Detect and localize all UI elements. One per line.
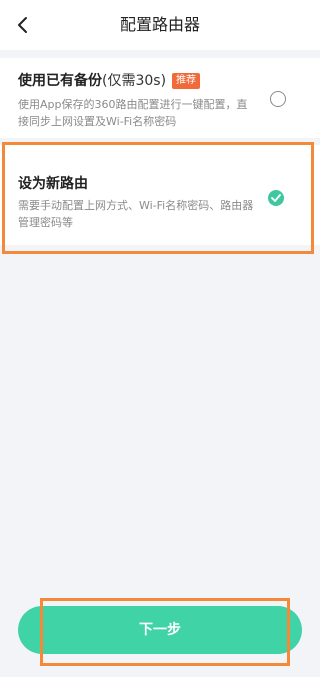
option-title-text: 设为新路由 bbox=[18, 176, 88, 192]
option-title: 设为新路由 bbox=[18, 173, 88, 193]
option-title: 使用已有备份(仅需30s) 推荐 bbox=[18, 70, 201, 90]
top-bar: 配置路由器 bbox=[0, 0, 320, 50]
option-use-backup[interactable]: 使用已有备份(仅需30s) 推荐 使用App保存的360路由配置进行一键配置，直接… bbox=[0, 58, 320, 138]
page-title: 配置路由器 bbox=[119, 15, 200, 34]
radio-checked-icon[interactable] bbox=[268, 190, 284, 206]
option-new-router[interactable]: 设为新路由 需要手动配置上网方式、Wi-Fi名称密码、路由器管理密码等 bbox=[0, 145, 320, 245]
option-subtitle: (仅需30s) bbox=[102, 73, 167, 89]
next-step-button[interactable]: 下一步 bbox=[18, 606, 302, 654]
option-description: 需要手动配置上网方式、Wi-Fi名称密码、路由器管理密码等 bbox=[18, 199, 254, 229]
radio-unchecked-icon[interactable] bbox=[270, 91, 286, 107]
recommend-badge: 推荐 bbox=[172, 73, 201, 89]
option-description: 使用App保存的360路由配置进行一键配置，直接同步上网设置及Wi-Fi名称密码 bbox=[18, 98, 248, 128]
check-icon bbox=[271, 194, 281, 202]
option-title-text: 使用已有备份 bbox=[18, 73, 102, 89]
